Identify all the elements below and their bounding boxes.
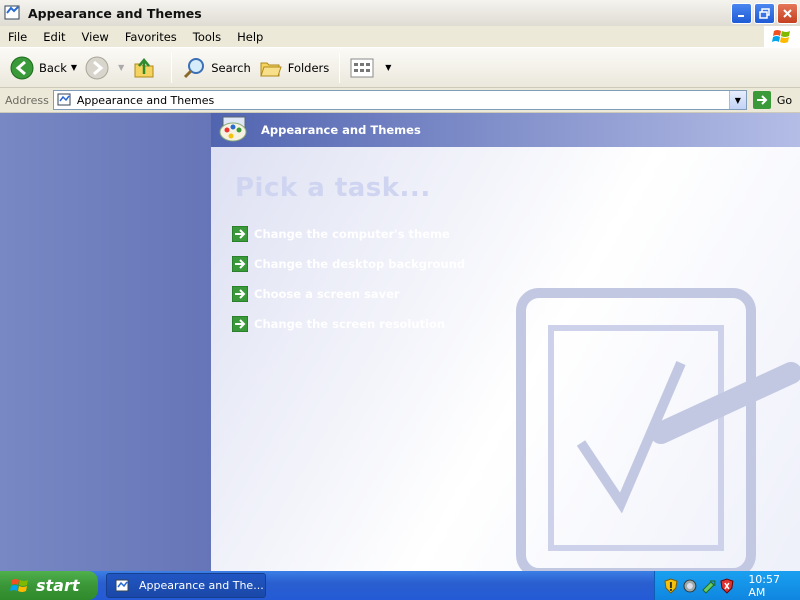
task-change-background[interactable]: Change the desktop background [232, 249, 465, 279]
menu-help[interactable]: Help [229, 30, 271, 44]
go-arrow-icon [752, 91, 771, 109]
system-tray: 10:57 AM [654, 571, 800, 600]
green-arrow-icon [232, 286, 248, 302]
up-folder-button[interactable] [128, 51, 165, 85]
checkmark-watermark-icon [516, 288, 800, 571]
address-label: Address [5, 93, 49, 107]
green-arrow-icon [232, 256, 248, 272]
forward-arrow-icon [85, 56, 109, 79]
menu-file[interactable]: File [0, 30, 35, 44]
views-button[interactable]: ▼ [346, 51, 395, 85]
left-task-pane [0, 113, 211, 571]
address-value: Appearance and Themes [76, 93, 215, 107]
network-icon[interactable] [682, 578, 698, 594]
up-folder-icon [134, 57, 154, 77]
start-button[interactable]: start [0, 571, 98, 600]
folders-button[interactable]: Folders [255, 51, 334, 85]
main-content-pane: Appearance and Themes Pick a task... Cha… [211, 113, 800, 571]
alert-shield-icon[interactable] [719, 578, 735, 594]
minimize-button[interactable] [731, 3, 752, 24]
window-title-bar[interactable]: Appearance and Themes [0, 0, 800, 26]
folders-icon [260, 62, 282, 76]
toolbar-separator [171, 52, 173, 83]
search-button[interactable]: Search [178, 51, 255, 85]
taskbar-clock: 10:57 AM [748, 572, 781, 599]
task-change-theme[interactable]: Change the computer's theme [232, 219, 465, 249]
start-label: start [36, 576, 80, 595]
menu-favorites[interactable]: Favorites [117, 30, 185, 44]
back-label: Back [39, 60, 67, 75]
control-panel-icon [115, 579, 129, 591]
menu-bar: File Edit View Favorites Tools Help [0, 26, 800, 48]
task-screen-saver[interactable]: Choose a screen saver [232, 279, 465, 309]
address-bar: Address Appearance and Themes ▼ Go [0, 88, 800, 113]
go-button[interactable]: Go [752, 91, 793, 109]
windows-logo-icon [10, 578, 28, 592]
control-panel-icon [4, 4, 22, 22]
folders-label: Folders [287, 60, 330, 75]
taskbar: start Appearance and The... 10:57 AM [0, 571, 800, 600]
taskbar-app-button[interactable]: Appearance and The... [106, 573, 266, 598]
green-arrow-icon [232, 316, 248, 332]
standard-toolbar: Back ▼ ▼ Search Folders ▼ [0, 48, 800, 88]
back-dropdown-icon[interactable]: ▼ [71, 63, 77, 72]
taskbar-app-label: Appearance and The... [139, 579, 264, 592]
forward-button[interactable]: ▼ [81, 51, 128, 85]
control-panel-icon [57, 93, 71, 106]
task-screen-resolution[interactable]: Change the screen resolution [232, 309, 465, 339]
windows-logo-icon [764, 26, 800, 48]
category-title: Appearance and Themes [261, 123, 421, 137]
category-header: Appearance and Themes [211, 113, 800, 147]
green-arrow-icon [232, 226, 248, 242]
toolbar-separator [339, 52, 341, 83]
back-button[interactable]: Back ▼ [6, 51, 81, 85]
address-input[interactable]: Appearance and Themes ▼ [52, 90, 747, 110]
forward-dropdown-icon[interactable]: ▼ [118, 63, 124, 72]
restore-button[interactable] [754, 3, 775, 24]
search-label: Search [211, 60, 251, 75]
menu-view[interactable]: View [74, 30, 117, 44]
safely-remove-icon[interactable] [701, 578, 717, 594]
security-shield-icon[interactable] [663, 578, 679, 594]
window-title: Appearance and Themes [28, 5, 202, 21]
search-icon [184, 57, 205, 78]
pick-task-heading: Pick a task... [235, 173, 431, 203]
views-icon [350, 58, 374, 77]
task-label[interactable]: Choose a screen saver [254, 287, 400, 301]
back-arrow-icon [10, 56, 34, 79]
close-button[interactable] [777, 3, 798, 24]
address-dropdown-icon[interactable]: ▼ [728, 91, 746, 109]
task-label[interactable]: Change the desktop background [254, 257, 465, 271]
views-dropdown-icon[interactable]: ▼ [385, 63, 391, 72]
task-list: Change the computer's theme Change the d… [232, 219, 465, 339]
appearance-themes-icon [219, 114, 251, 147]
menu-edit[interactable]: Edit [35, 30, 73, 44]
task-label[interactable]: Change the screen resolution [254, 317, 445, 331]
go-label: Go [776, 93, 793, 107]
menu-tools[interactable]: Tools [185, 30, 229, 44]
task-label[interactable]: Change the computer's theme [254, 227, 450, 241]
